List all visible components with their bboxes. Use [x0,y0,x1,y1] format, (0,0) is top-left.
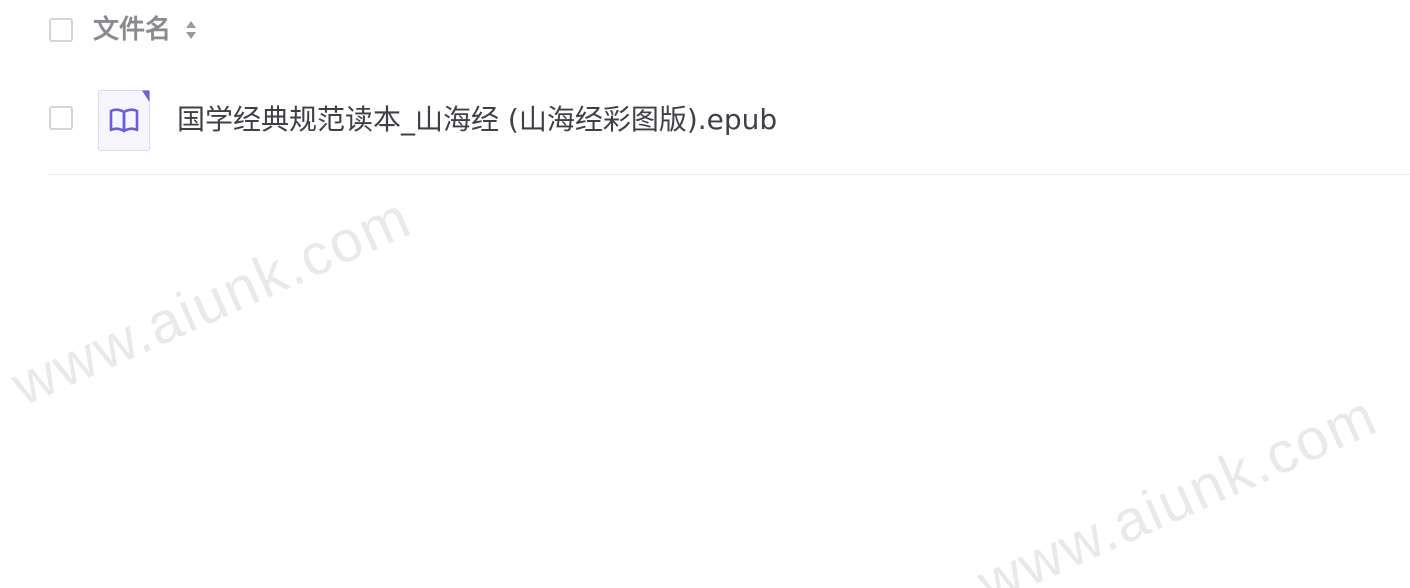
file-list-page: 文件名 国学经典规范读本_山海经 (山海经彩图版).epub www.aiunk… [0,0,1410,588]
file-name[interactable]: 国学经典规范读本_山海经 (山海经彩图版).epub [177,102,777,138]
file-row[interactable]: 国学经典规范读本_山海经 (山海经彩图版).epub [0,82,1410,174]
watermark-text: www.aiunk.com [2,184,421,419]
epub-file-icon [98,90,150,151]
file-list-header: 文件名 [0,0,1410,62]
sort-up-down-icon[interactable] [185,19,197,41]
row-divider [48,174,1410,175]
watermark-text: www.aiunk.com [968,382,1387,588]
select-all-checkbox[interactable] [49,18,73,42]
file-row-checkbox[interactable] [49,106,73,130]
filename-column-header[interactable]: 文件名 [93,14,171,46]
